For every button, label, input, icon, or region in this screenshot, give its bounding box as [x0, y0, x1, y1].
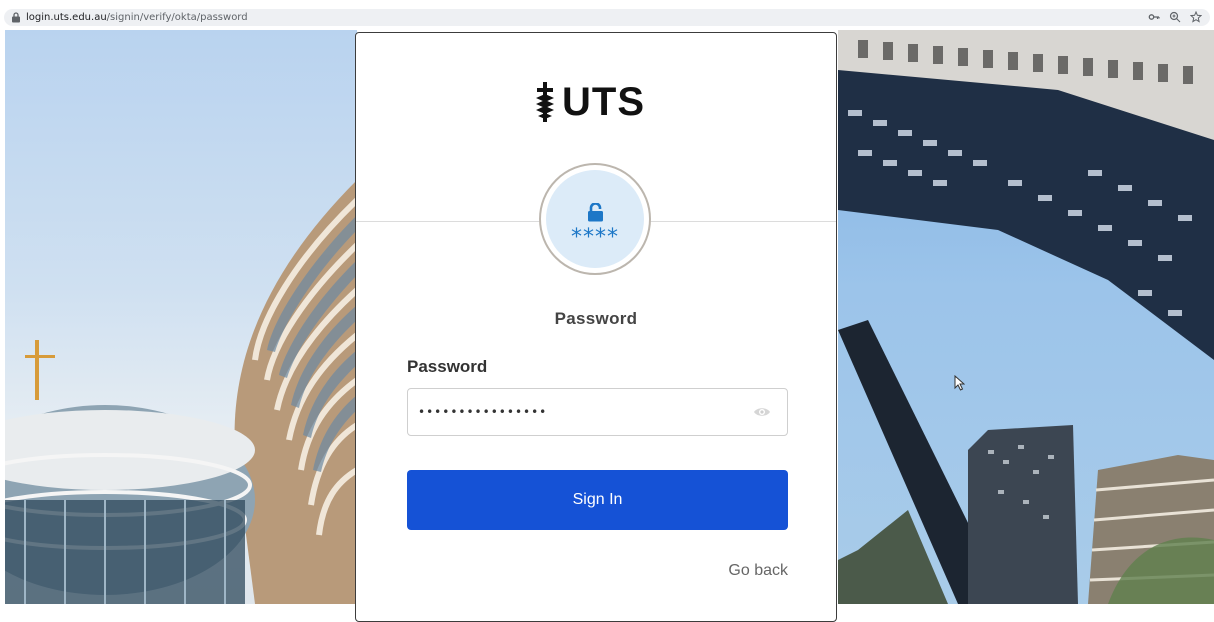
signin-card: UTS **** Password Password Sign In Go ba… [355, 32, 837, 622]
uts-crest-icon [536, 82, 554, 122]
star-icon[interactable] [1190, 11, 1202, 23]
password-label: Password [407, 357, 488, 376]
url-host: login.uts.edu.au [26, 12, 107, 23]
uts-logo: UTS [534, 81, 645, 123]
sign-in-button[interactable]: Sign In [407, 470, 788, 530]
page-title: Password [554, 309, 638, 328]
mouse-cursor-icon [954, 375, 965, 391]
background-photo-left [5, 30, 357, 604]
password-field[interactable] [407, 388, 788, 436]
authenticator-badge: **** [539, 163, 651, 275]
url-path: /signin/verify/okta/password [106, 12, 248, 23]
password-lock-icon [588, 203, 603, 222]
go-back-link[interactable]: Go back [728, 562, 788, 580]
password-input[interactable] [418, 402, 738, 422]
zoom-icon[interactable] [1169, 11, 1181, 23]
omnibox[interactable]: login.uts.edu.au/signin/verify/okta/pass… [4, 9, 1210, 26]
browser-address-bar: login.uts.edu.au/signin/verify/okta/pass… [0, 0, 1214, 28]
lock-icon[interactable] [11, 12, 21, 23]
background-photo-right [838, 30, 1214, 604]
key-icon[interactable] [1148, 11, 1160, 23]
logo-text: UTS [562, 80, 645, 124]
password-stars: **** [571, 225, 619, 250]
url-text[interactable]: login.uts.edu.au/signin/verify/okta/pass… [26, 12, 248, 23]
eye-icon[interactable] [753, 405, 771, 419]
